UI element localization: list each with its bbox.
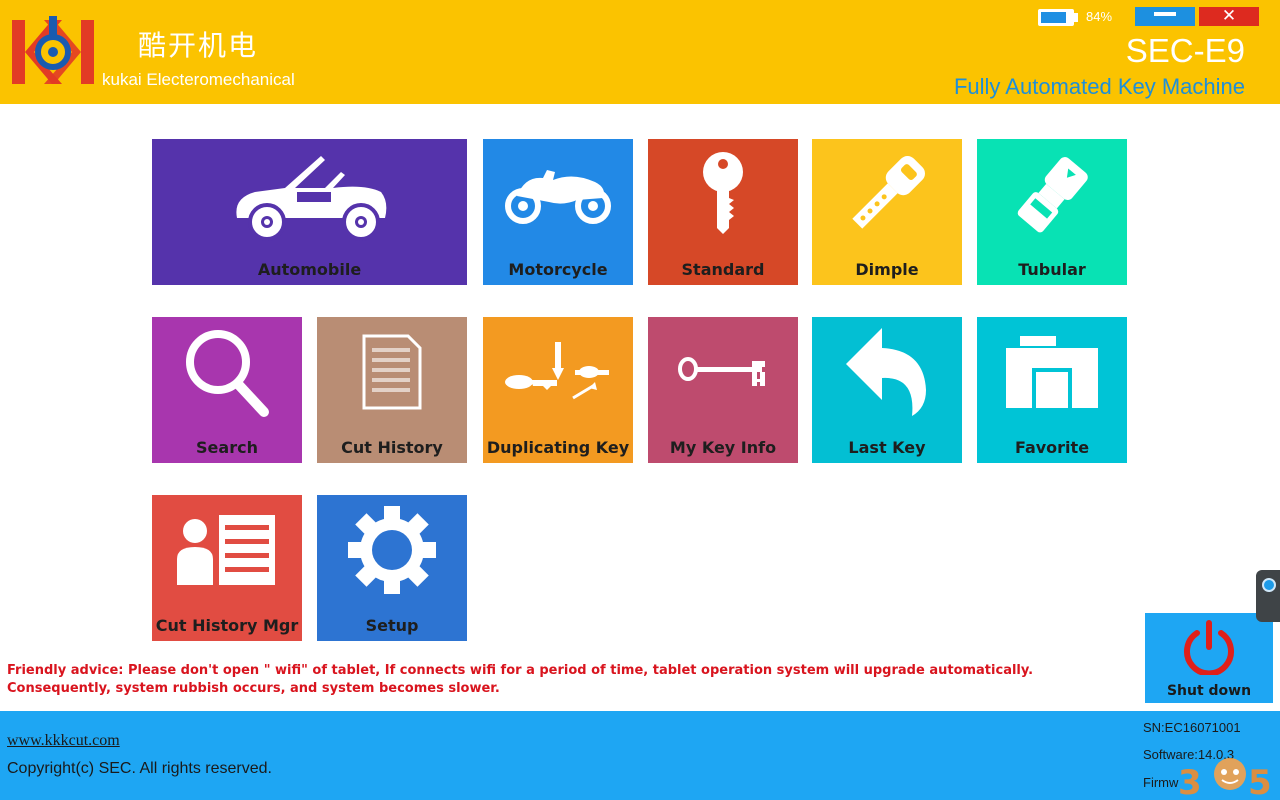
battery-percent: 84% bbox=[1086, 9, 1113, 24]
copyright-text: Copyright(c) SEC. All rights reserved. bbox=[7, 760, 272, 777]
close-icon: ✕ bbox=[1221, 6, 1237, 26]
shutdown-label: Shut down bbox=[1166, 683, 1252, 699]
key-icon bbox=[648, 139, 798, 249]
tile-dimple[interactable]: Dimple bbox=[812, 139, 962, 285]
dimple-key-icon bbox=[812, 139, 962, 249]
wifi-advice-notice: Friendly advice: Please don't open " wif… bbox=[7, 663, 1034, 696]
tile-standard[interactable]: Standard bbox=[648, 139, 798, 285]
brand-chinese-name: 酷开机电 bbox=[138, 29, 259, 62]
battery-tip bbox=[1074, 13, 1078, 22]
car-icon bbox=[152, 139, 467, 249]
tile-label: Last Key bbox=[848, 438, 926, 457]
tile-label: Search bbox=[196, 438, 258, 457]
serial-number: SN:EC16071001 bbox=[1143, 720, 1241, 735]
gear-icon bbox=[317, 495, 467, 605]
tile-label: Standard bbox=[681, 260, 765, 279]
firmware-version: Firmw bbox=[1143, 775, 1179, 790]
tile-my-key-info[interactable]: My Key Info bbox=[648, 317, 798, 463]
motorcycle-icon bbox=[483, 139, 633, 249]
magnifier-icon bbox=[152, 317, 302, 427]
watermark-logo: 3 5 bbox=[1178, 758, 1272, 800]
tile-label: Cut History bbox=[341, 438, 443, 457]
tile-label: Cut History Mgr bbox=[155, 616, 299, 635]
tile-label: Tubular bbox=[1018, 260, 1086, 279]
tile-label: Dimple bbox=[855, 260, 919, 279]
back-arrow-icon bbox=[812, 317, 962, 427]
close-button[interactable]: ✕ bbox=[1199, 7, 1259, 26]
document-icon bbox=[317, 317, 467, 427]
tubular-key-icon bbox=[977, 139, 1127, 249]
header-bar: 酷开机电 kukai Electeromechanical 84% ✕ SEC-… bbox=[0, 0, 1280, 104]
tile-automobile[interactable]: Automobile bbox=[152, 139, 467, 285]
tile-label: Setup bbox=[365, 616, 419, 635]
tile-label: Favorite bbox=[1014, 438, 1090, 457]
duplicate-key-icon bbox=[483, 317, 633, 427]
tile-label: Automobile bbox=[257, 260, 362, 279]
tile-label: Duplicating Key bbox=[486, 438, 630, 457]
tile-cut-history-mgr[interactable]: Cut History Mgr bbox=[152, 495, 302, 641]
remote-tool-icon bbox=[1262, 578, 1276, 592]
footer-bar: www.kkkcut.com Copyright(c) SEC. All rig… bbox=[0, 711, 1280, 800]
power-icon bbox=[1184, 620, 1234, 675]
website-link[interactable]: www.kkkcut.com bbox=[7, 732, 120, 750]
tile-search[interactable]: Search bbox=[152, 317, 302, 463]
tile-duplicating-key[interactable]: Duplicating Key bbox=[483, 317, 633, 463]
tile-label: My Key Info bbox=[669, 438, 777, 457]
brand-english-name: kukai Electeromechanical bbox=[102, 70, 295, 89]
shutdown-button[interactable]: Shut down bbox=[1145, 613, 1273, 703]
svg-text:3: 3 bbox=[1178, 763, 1202, 800]
skeleton-key-icon bbox=[648, 317, 798, 427]
tile-label: Motorcycle bbox=[508, 260, 608, 279]
tile-last-key[interactable]: Last Key bbox=[812, 317, 962, 463]
side-panel-handle[interactable] bbox=[1256, 570, 1280, 622]
battery-icon bbox=[1038, 9, 1074, 26]
tile-setup[interactable]: Setup bbox=[317, 495, 467, 641]
contact-card-icon bbox=[152, 495, 302, 605]
tile-favorite[interactable]: Favorite bbox=[977, 317, 1127, 463]
minimize-icon bbox=[1154, 11, 1176, 16]
kukai-logo bbox=[12, 16, 94, 84]
folder-icon bbox=[977, 317, 1127, 427]
tile-tubular[interactable]: Tubular bbox=[977, 139, 1127, 285]
tile-motorcycle[interactable]: Motorcycle bbox=[483, 139, 633, 285]
battery-level-fill bbox=[1041, 12, 1066, 23]
tile-cut-history[interactable]: Cut History bbox=[317, 317, 467, 463]
minimize-button[interactable] bbox=[1135, 7, 1195, 26]
model-name: SEC-E9 bbox=[1125, 32, 1245, 69]
svg-text:5: 5 bbox=[1248, 763, 1272, 800]
product-subtitle: Fully Automated Key Machine bbox=[953, 74, 1245, 99]
